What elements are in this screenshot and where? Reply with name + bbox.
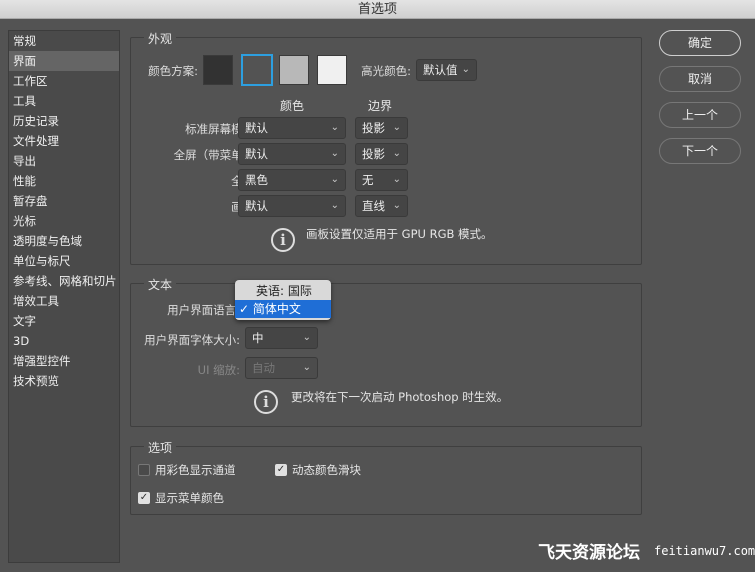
- highlight-color-label: 高光颜色:: [361, 64, 411, 78]
- chevron-down-icon: ⌄: [330, 200, 339, 211]
- option-label: 显示菜单颜色: [155, 491, 224, 505]
- language-option-selected[interactable]: ✓ 简体中文: [235, 300, 331, 318]
- sidebar-item[interactable]: 增效工具: [9, 291, 119, 311]
- border-value: 无: [362, 173, 374, 187]
- sidebar-item[interactable]: 文件处理: [9, 131, 119, 151]
- highlight-color-value: 默认值: [423, 63, 458, 77]
- chevron-down-icon: ⌄: [330, 148, 339, 159]
- sidebar-item[interactable]: 工具: [9, 91, 119, 111]
- sidebar-item[interactable]: 光标: [9, 211, 119, 231]
- category-list[interactable]: 常规 界面 工作区 工具 历史记录 文件处理 导出 性能 暂存盘 光标 透明度与色域 单位与标尺 参考线…: [8, 30, 120, 563]
- chevron-down-icon: ⌄: [302, 332, 311, 343]
- border-select[interactable]: 投影 ⌄: [355, 143, 408, 165]
- previous-button[interactable]: 上一个: [659, 102, 741, 128]
- ui-language-dropdown[interactable]: 英语: 国际 ✓ 简体中文: [235, 280, 331, 320]
- chevron-down-icon: ⌄: [330, 174, 339, 185]
- border-value: 投影: [362, 121, 385, 135]
- options-title: 选项: [144, 439, 177, 456]
- ui-font-size-select[interactable]: 中 ⌄: [245, 327, 318, 349]
- appearance-title: 外观: [144, 30, 177, 47]
- ui-font-size-label: 用户界面字体大小:: [144, 333, 240, 347]
- color-value: 黑色: [245, 173, 268, 187]
- watermark-url: feitianwu7.com: [654, 544, 755, 558]
- color-scheme-label: 颜色方案:: [148, 64, 198, 78]
- sidebar-item[interactable]: 常规: [9, 31, 119, 51]
- text-title: 文本: [144, 276, 177, 293]
- color-scheme-swatch[interactable]: [317, 55, 347, 85]
- option-label: 动态颜色滑块: [292, 463, 361, 477]
- ok-button[interactable]: 确定: [659, 30, 741, 56]
- info-icon: i: [271, 228, 295, 252]
- chevron-down-icon: ⌄: [461, 64, 470, 75]
- sidebar-item[interactable]: 文字: [9, 311, 119, 331]
- option-label: 用彩色显示通道: [155, 463, 236, 477]
- color-select[interactable]: 默认 ⌄: [238, 143, 346, 165]
- sidebar-item[interactable]: 技术预览: [9, 371, 119, 391]
- next-button[interactable]: 下一个: [659, 138, 741, 164]
- checkmark-icon: ✓: [239, 302, 250, 316]
- color-scheme-swatch[interactable]: [279, 55, 309, 85]
- language-option[interactable]: 英语: 国际: [235, 282, 331, 300]
- highlight-color-select[interactable]: 默认值 ⌄: [416, 59, 477, 81]
- border-column-header: 边界: [368, 99, 393, 113]
- color-scheme-swatch[interactable]: [241, 54, 273, 86]
- watermark-text: 飞天资源论坛: [538, 543, 640, 563]
- cancel-button[interactable]: 取消: [659, 66, 741, 92]
- chevron-down-icon: ⌄: [330, 122, 339, 133]
- color-select[interactable]: 默认 ⌄: [238, 117, 346, 139]
- border-select[interactable]: 无 ⌄: [355, 169, 408, 191]
- chevron-down-icon: ⌄: [392, 174, 401, 185]
- ui-scale-select: 自动 ⌄: [245, 357, 318, 379]
- sidebar-item[interactable]: 性能: [9, 171, 119, 191]
- color-value: 默认: [245, 121, 268, 135]
- ui-scale-label: UI 缩放:: [197, 363, 240, 377]
- chevron-down-icon: ⌄: [392, 122, 401, 133]
- ui-font-size-value: 中: [252, 331, 264, 345]
- sidebar-item[interactable]: 单位与标尺: [9, 251, 119, 271]
- sidebar-item[interactable]: 3D: [9, 331, 119, 351]
- color-value: 默认: [245, 199, 268, 213]
- color-value: 默认: [245, 147, 268, 161]
- option-checkbox[interactable]: [138, 464, 150, 476]
- sidebar-item[interactable]: 透明度与色域: [9, 231, 119, 251]
- color-column-header: 颜色: [280, 99, 305, 113]
- chevron-down-icon: ⌄: [302, 362, 311, 373]
- sidebar-item[interactable]: 参考线、网格和切片: [9, 271, 119, 291]
- option-checkbox[interactable]: ✓: [138, 492, 150, 504]
- sidebar-item[interactable]: 导出: [9, 151, 119, 171]
- border-select[interactable]: 直线 ⌄: [355, 195, 408, 217]
- border-select[interactable]: 投影 ⌄: [355, 117, 408, 139]
- restart-note: 更改将在下一次启动 Photoshop 时生效。: [291, 390, 509, 404]
- sidebar-item[interactable]: 历史记录: [9, 111, 119, 131]
- sidebar-item[interactable]: 增强型控件: [9, 351, 119, 371]
- window-title: 首选项: [0, 0, 755, 19]
- border-value: 直线: [362, 199, 385, 213]
- artboard-note: 画板设置仅适用于 GPU RGB 模式。: [306, 227, 493, 241]
- sidebar-item[interactable]: 暂存盘: [9, 191, 119, 211]
- color-scheme-swatch[interactable]: [203, 55, 233, 85]
- chevron-down-icon: ⌄: [392, 148, 401, 159]
- language-option-label: 简体中文: [252, 302, 301, 316]
- border-value: 投影: [362, 147, 385, 161]
- ui-language-label: 用户界面语言:: [167, 303, 240, 317]
- chevron-down-icon: ⌄: [392, 200, 401, 211]
- sidebar-item[interactable]: 工作区: [9, 71, 119, 91]
- option-checkbox[interactable]: ✓: [275, 464, 287, 476]
- sidebar-item[interactable]: 界面: [9, 51, 119, 71]
- color-select[interactable]: 黑色 ⌄: [238, 169, 346, 191]
- info-icon: i: [254, 390, 278, 414]
- ui-scale-value: 自动: [252, 361, 275, 375]
- color-select[interactable]: 默认 ⌄: [238, 195, 346, 217]
